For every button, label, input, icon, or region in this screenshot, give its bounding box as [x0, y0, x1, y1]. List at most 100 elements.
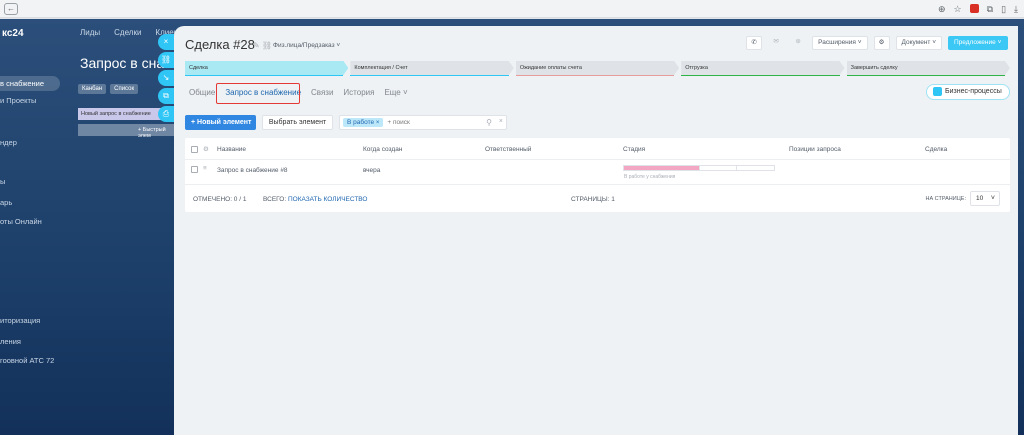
left-menu-item[interactable]: гоовной АТС 72	[0, 356, 54, 365]
mail-icon[interactable]: ✉	[768, 36, 784, 50]
close-icon[interactable]: ×	[158, 34, 174, 50]
grid-footer: ОТМЕЧЕНО: 0 / 1 ВСЕГО: ПОКАЗАТЬ КОЛИЧЕСТ…	[185, 185, 1010, 212]
row-checkbox[interactable]	[191, 166, 198, 173]
per-page-select[interactable]: 10 ˅	[970, 191, 1000, 206]
stage-color-line	[681, 75, 840, 76]
stage-bar: Сделка Комплектация / Счет Ожидание оплаты…	[185, 61, 1010, 76]
filter-chip[interactable]: В работе ×	[343, 118, 384, 127]
star-icon[interactable]: ☆	[954, 4, 962, 14]
stage-label: Ожидание оплаты счета	[516, 61, 679, 75]
deal-slider: Сделка #28 ✎ ⛓ Физ.лица/Предзаказ ˅ ✆ ✉ …	[174, 26, 1018, 435]
print-icon[interactable]: ⎙	[158, 106, 174, 122]
select-element-button[interactable]: Выбрать элемент	[262, 115, 333, 130]
pages-label: СТРАНИЦЫ: 1	[571, 196, 615, 203]
new-element-button[interactable]: + Новый элемент	[185, 115, 256, 130]
stage-caption: В работе у снабжения	[624, 174, 676, 180]
column-header[interactable]: Название	[217, 146, 246, 153]
stage-item[interactable]: Отгрузка	[681, 61, 844, 76]
column-header[interactable]: Когда создан	[363, 146, 402, 153]
grid-header: ⚙ Название Когда создан Ответственный Ст…	[185, 138, 1010, 160]
business-process-icon	[933, 87, 942, 96]
element-name-link[interactable]: Запрос в снабжение #8	[217, 167, 288, 174]
clear-icon[interactable]: ×	[499, 118, 503, 125]
select-all-checkbox[interactable]	[191, 146, 198, 153]
stage-label: Комплектация / Счет	[350, 61, 513, 75]
page-title: Сделка #28	[185, 37, 255, 52]
stage-color-line	[846, 75, 1006, 76]
stage-item[interactable]: Сделка	[185, 61, 348, 76]
stage-item[interactable]: Завершить сделку	[846, 61, 1010, 76]
stage-item[interactable]: Ожидание оплаты счета	[515, 61, 679, 76]
view-switcher: Канбан Список	[78, 84, 139, 94]
list-toolbar: + Новый элемент Выбрать элемент В работе…	[185, 115, 507, 130]
stage-color-line	[350, 75, 509, 76]
header-actions: ✆ ✉ ⊛ Расширения ˅ ⚙ Документ ˅ Предложе…	[746, 36, 1008, 50]
column-header[interactable]: Сделка	[925, 146, 947, 153]
tab-item[interactable]: Общие	[189, 88, 215, 97]
phone-icon[interactable]: ✆	[746, 36, 763, 50]
view-kanban[interactable]: Канбан	[78, 84, 107, 94]
grid-settings-icon[interactable]: ⚙	[203, 145, 209, 153]
left-menu-item[interactable]: оты Онлайн	[0, 217, 42, 226]
row-menu-icon[interactable]: ≡	[203, 165, 207, 172]
search-input[interactable]	[387, 119, 448, 126]
chevron-down-icon: ˅	[336, 42, 341, 49]
chip-close-icon[interactable]: ×	[376, 120, 380, 126]
left-menu-item[interactable]: в снабжение	[0, 76, 60, 91]
business-processes-button[interactable]: Бизнес-процессы	[926, 84, 1010, 100]
stage-color-line	[185, 75, 344, 76]
extension-icon[interactable]	[969, 4, 979, 13]
extensions-button[interactable]: Расширения ˅	[812, 36, 868, 50]
created-cell: вчера	[363, 167, 381, 174]
open-new-window-icon[interactable]: ⧉	[158, 88, 174, 104]
top-menu-item[interactable]: Лиды	[80, 28, 100, 37]
stage-item[interactable]: Комплектация / Счет	[350, 61, 513, 76]
settings-icon[interactable]: ⊛	[790, 36, 806, 50]
marked-counter: ОТМЕЧЕНО: 0 / 1	[193, 196, 247, 203]
total-label: ВСЕГО: ПОКАЗАТЬ КОЛИЧЕСТВО	[263, 196, 368, 203]
link-icon[interactable]: ⛓	[158, 52, 174, 68]
left-menu-item[interactable]: ления	[0, 337, 21, 346]
download-icon[interactable]: ⤓	[1014, 4, 1018, 14]
stage-label: Отгрузка	[681, 61, 844, 75]
deal-category[interactable]: Физ.лица/Предзаказ ˅	[273, 42, 340, 49]
elements-grid: ⚙ Название Когда создан Ответственный Ст…	[185, 138, 1010, 212]
zoom-icon[interactable]: ⊕	[938, 4, 946, 14]
table-row[interactable]: ≡ Запрос в снабжение #8 вчера В работе у…	[185, 160, 1010, 185]
arrow-icon[interactable]: ↘	[158, 70, 174, 86]
left-menu-item[interactable]: и Проекты	[0, 96, 36, 105]
tab-item[interactable]: Связи	[311, 88, 333, 97]
search-icon[interactable]: ⚲	[486, 118, 492, 127]
stage-progress[interactable]	[623, 165, 775, 171]
quick-add-button[interactable]: + Быстрый элем	[78, 124, 174, 139]
left-menu-item[interactable]: ы	[0, 177, 5, 186]
stage-label: Сделка	[185, 61, 348, 75]
offer-button[interactable]: Предложение ˅	[948, 36, 1008, 50]
highlight-box	[216, 83, 300, 104]
tab-item[interactable]: Еще ˅	[384, 88, 407, 97]
sidebar-icon[interactable]: ▯	[1001, 4, 1006, 14]
column-header[interactable]: Ответственный	[485, 146, 531, 153]
gear-icon[interactable]: ⚙	[873, 36, 890, 50]
column-header[interactable]: Позиции запроса	[789, 146, 841, 153]
tab-item[interactable]: История	[343, 88, 374, 97]
browser-toolbar: ← ⊕ ☆ ⧉ ▯ ⤓	[0, 0, 1024, 18]
left-menu-item[interactable]: ндер	[0, 138, 17, 147]
back-icon[interactable]: ←	[4, 2, 18, 15]
stage-label: Завершить сделку	[847, 61, 1010, 75]
left-menu-item[interactable]: арь	[0, 198, 12, 207]
show-count-link[interactable]: ПОКАЗАТЬ КОЛИЧЕСТВО	[288, 196, 368, 203]
edit-icon[interactable]: ✎ ⛓	[253, 41, 272, 50]
slider-side-buttons: × ⛓ ↘ ⧉ ⎙	[158, 34, 174, 122]
puzzle-icon[interactable]: ⧉	[987, 4, 993, 14]
column-header[interactable]: Стадия	[623, 146, 645, 153]
logo: кс24	[2, 28, 24, 39]
stage-progress-fill	[624, 166, 699, 170]
stage-color-line	[515, 75, 675, 76]
document-button[interactable]: Документ ˅	[895, 36, 942, 50]
filter-search[interactable]: В работе × ⚲ ×	[339, 115, 507, 130]
left-menu-item[interactable]: иторизация	[0, 316, 40, 325]
per-page-label: НА СТРАНИЦЕ:	[925, 195, 966, 202]
top-menu-item[interactable]: Сделки	[114, 28, 141, 37]
view-list[interactable]: Список	[110, 84, 139, 94]
